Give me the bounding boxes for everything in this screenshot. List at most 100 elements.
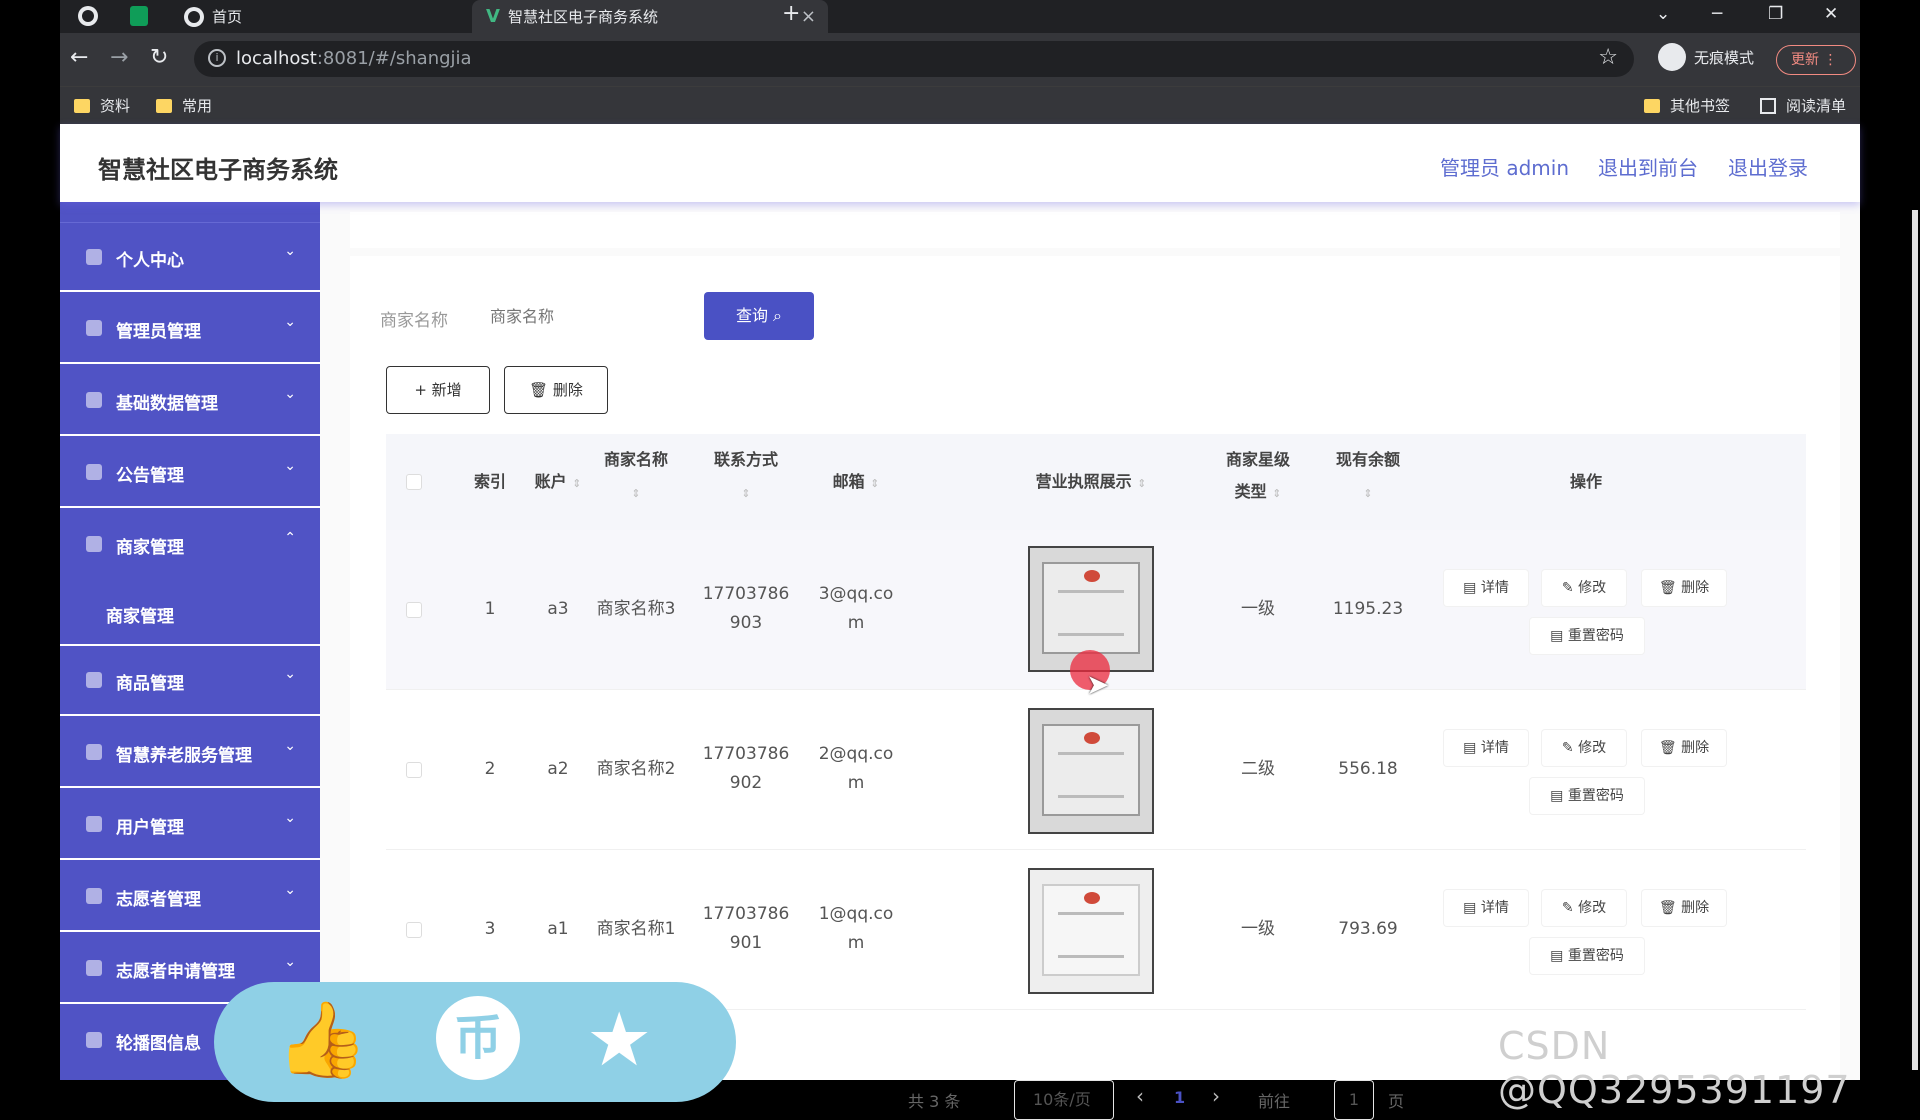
- row-checkbox[interactable]: [406, 762, 422, 778]
- column-email[interactable]: 邮箱 ⇕: [806, 466, 906, 500]
- sidebar-item-users[interactable]: 用户管理 ⌄: [60, 790, 320, 860]
- add-button[interactable]: + 新增: [386, 366, 490, 414]
- current-page[interactable]: 1: [1174, 1088, 1185, 1107]
- column-balance[interactable]: 现有余额 ⇕: [1318, 444, 1418, 510]
- sidebar-subitem-merchant-management[interactable]: 商家管理: [60, 580, 320, 646]
- sidebar-item-announcements[interactable]: 公告管理 ⌄: [60, 438, 320, 508]
- bookmark-star-icon[interactable]: ☆: [1598, 45, 1618, 70]
- update-button[interactable]: 更新 ⋮: [1776, 45, 1856, 75]
- exit-to-front-link[interactable]: 退出到前台: [1598, 152, 1698, 181]
- column-phone[interactable]: 联系方式 ⇕: [696, 444, 796, 510]
- bookmark-folder-changyong[interactable]: 常用: [156, 95, 212, 116]
- tab-ecommerce[interactable]: V 智慧社区电子商务系统 ×: [472, 0, 828, 33]
- reset-password-button[interactable]: ▤ 重置密码: [1530, 778, 1644, 814]
- address-bar[interactable]: i localhost:8081/#/shangjia ☆: [194, 41, 1634, 77]
- tab-close-icon[interactable]: ×: [801, 6, 816, 27]
- incognito-indicator[interactable]: 无痕模式: [1658, 43, 1754, 71]
- coin-icon[interactable]: 币: [436, 996, 520, 1080]
- cell-phone-line2: 901: [729, 933, 763, 953]
- minimize-button[interactable]: ─: [1712, 4, 1722, 24]
- column-license[interactable]: 营业执照展示 ⇕: [996, 466, 1186, 500]
- delete-button[interactable]: 🗑 删除: [1642, 890, 1726, 926]
- sort-icon[interactable]: ⇕: [631, 487, 640, 500]
- restore-button[interactable]: ❐: [1768, 4, 1783, 24]
- merchant-name-input[interactable]: [460, 288, 690, 344]
- column-name[interactable]: 商家名称 ⇕: [586, 444, 686, 510]
- back-button[interactable]: ←: [70, 45, 88, 70]
- sidebar-item-label: 管理员管理: [116, 322, 201, 342]
- sidebar-item-label: 个人中心: [116, 251, 184, 271]
- new-tab-button[interactable]: +: [782, 1, 800, 26]
- sidebar-item-personal-center[interactable]: 个人中心 ⌄: [60, 222, 320, 292]
- sort-icon[interactable]: ⇕: [870, 477, 879, 490]
- edit-button[interactable]: ✎ 修改: [1542, 730, 1626, 766]
- like-icon[interactable]: 👍: [276, 1000, 368, 1080]
- batch-delete-button[interactable]: 🗑 删除: [504, 366, 608, 414]
- forward-button[interactable]: →: [110, 45, 128, 70]
- other-bookmarks[interactable]: 其他书签: [1644, 95, 1730, 116]
- detail-button[interactable]: ▤ 详情: [1444, 730, 1528, 766]
- sort-icon[interactable]: ⇕: [741, 487, 750, 500]
- sort-icon[interactable]: ⇕: [572, 477, 581, 490]
- sidebar-item-admin[interactable]: 管理员管理 ⌄: [60, 294, 320, 364]
- product-icon: [86, 672, 102, 688]
- page-scrollbar[interactable]: [1912, 210, 1918, 1070]
- prev-page-button[interactable]: ‹: [1136, 1084, 1144, 1108]
- page-size-select[interactable]: 10条/页: [1014, 1080, 1114, 1120]
- sort-icon[interactable]: ⇕: [1272, 487, 1281, 500]
- sort-icon[interactable]: ⇕: [1363, 487, 1372, 500]
- cell-phone-line1: 17703786: [702, 904, 790, 924]
- row-checkbox[interactable]: [406, 602, 422, 618]
- reset-password-button[interactable]: ▤ 重置密码: [1530, 618, 1644, 654]
- tab-home[interactable]: 首页 ×: [174, 0, 518, 33]
- bookmark-folder-ziliao[interactable]: 资料: [74, 95, 130, 116]
- sidebar-item-merchants[interactable]: 商家管理 ⌃: [60, 510, 320, 580]
- column-actions: 操作: [1569, 472, 1602, 491]
- row-checkbox[interactable]: [406, 922, 422, 938]
- volunteer-icon: [86, 888, 102, 904]
- reset-password-button[interactable]: ▤ 重置密码: [1530, 938, 1644, 974]
- favorite-star-icon[interactable]: ★: [586, 1000, 652, 1080]
- reading-list[interactable]: 阅读清单: [1760, 95, 1846, 116]
- table-header: 索引 账户 ⇕ 商家名称 ⇕ 联系方式 ⇕ 邮箱 ⇕ 营业执照展示 ⇕ 商家星级 类型…: [386, 434, 1806, 530]
- sidebar-item-products[interactable]: 商品管理 ⌄: [60, 646, 320, 716]
- goto-label: 前往: [1258, 1092, 1291, 1111]
- select-all-checkbox[interactable]: [406, 474, 422, 490]
- sidebar-item-basic-data[interactable]: 基础数据管理 ⌄: [60, 366, 320, 436]
- bookmark-label: 常用: [182, 97, 213, 115]
- column-level[interactable]: 商家星级 类型 ⇕: [1208, 444, 1308, 510]
- sidebar-item-label: 商品管理: [116, 674, 184, 694]
- delete-button[interactable]: 🗑 删除: [1642, 570, 1726, 606]
- browser-window: 首页 × V 智慧社区电子商务系统 × + ⌄ ─ ❐ ✕ ← → ↻ i lo…: [60, 0, 1918, 1120]
- column-label: 商家星级: [1225, 450, 1290, 469]
- next-page-button[interactable]: ›: [1212, 1084, 1220, 1108]
- detail-button[interactable]: ▤ 详情: [1444, 570, 1528, 606]
- reload-button[interactable]: ↻: [150, 45, 168, 70]
- cell-phone-line1: 17703786: [702, 744, 790, 764]
- globe-icon: [78, 6, 98, 26]
- tab-search-icon[interactable]: ⌄: [1656, 4, 1670, 24]
- query-button[interactable]: 查询 ⌕: [704, 292, 814, 340]
- detail-button[interactable]: ▤ 详情: [1444, 890, 1528, 926]
- pagination-total: 共 3 条: [908, 1092, 961, 1111]
- close-window-button[interactable]: ✕: [1824, 4, 1838, 24]
- cell-name: 商家名称1: [596, 919, 676, 939]
- license-image[interactable]: [1028, 868, 1154, 994]
- spreadsheet-icon[interactable]: [130, 6, 148, 26]
- logout-link[interactable]: 退出登录: [1728, 152, 1808, 181]
- edit-button[interactable]: ✎ 修改: [1542, 890, 1626, 926]
- edit-button[interactable]: ✎ 修改: [1542, 570, 1626, 606]
- chevron-up-icon: ⌃: [284, 530, 296, 546]
- site-info-icon[interactable]: i: [208, 49, 226, 67]
- sidebar-item-elderly-care[interactable]: 智慧养老服务管理 ⌄: [60, 718, 320, 788]
- license-paper: [1042, 724, 1140, 816]
- license-image[interactable]: [1028, 708, 1154, 834]
- bookmarks-bar: 资料 常用 其他书签 阅读清单: [60, 86, 1860, 124]
- goto-page-input[interactable]: 1: [1334, 1080, 1374, 1120]
- delete-button[interactable]: 🗑 删除: [1642, 730, 1726, 766]
- merchant-table: 索引 账户 ⇕ 商家名称 ⇕ 联系方式 ⇕ 邮箱 ⇕ 营业执照展示 ⇕ 商家星级 类型…: [386, 434, 1806, 1034]
- sidebar-item-volunteers[interactable]: 志愿者管理 ⌄: [60, 862, 320, 932]
- sort-icon[interactable]: ⇕: [1137, 477, 1146, 490]
- cell-index: 3: [484, 919, 496, 939]
- table-row[interactable]: 2 a2 商家名称2 17703786 902 2@qq.co m 二级 556.1…: [386, 690, 1806, 850]
